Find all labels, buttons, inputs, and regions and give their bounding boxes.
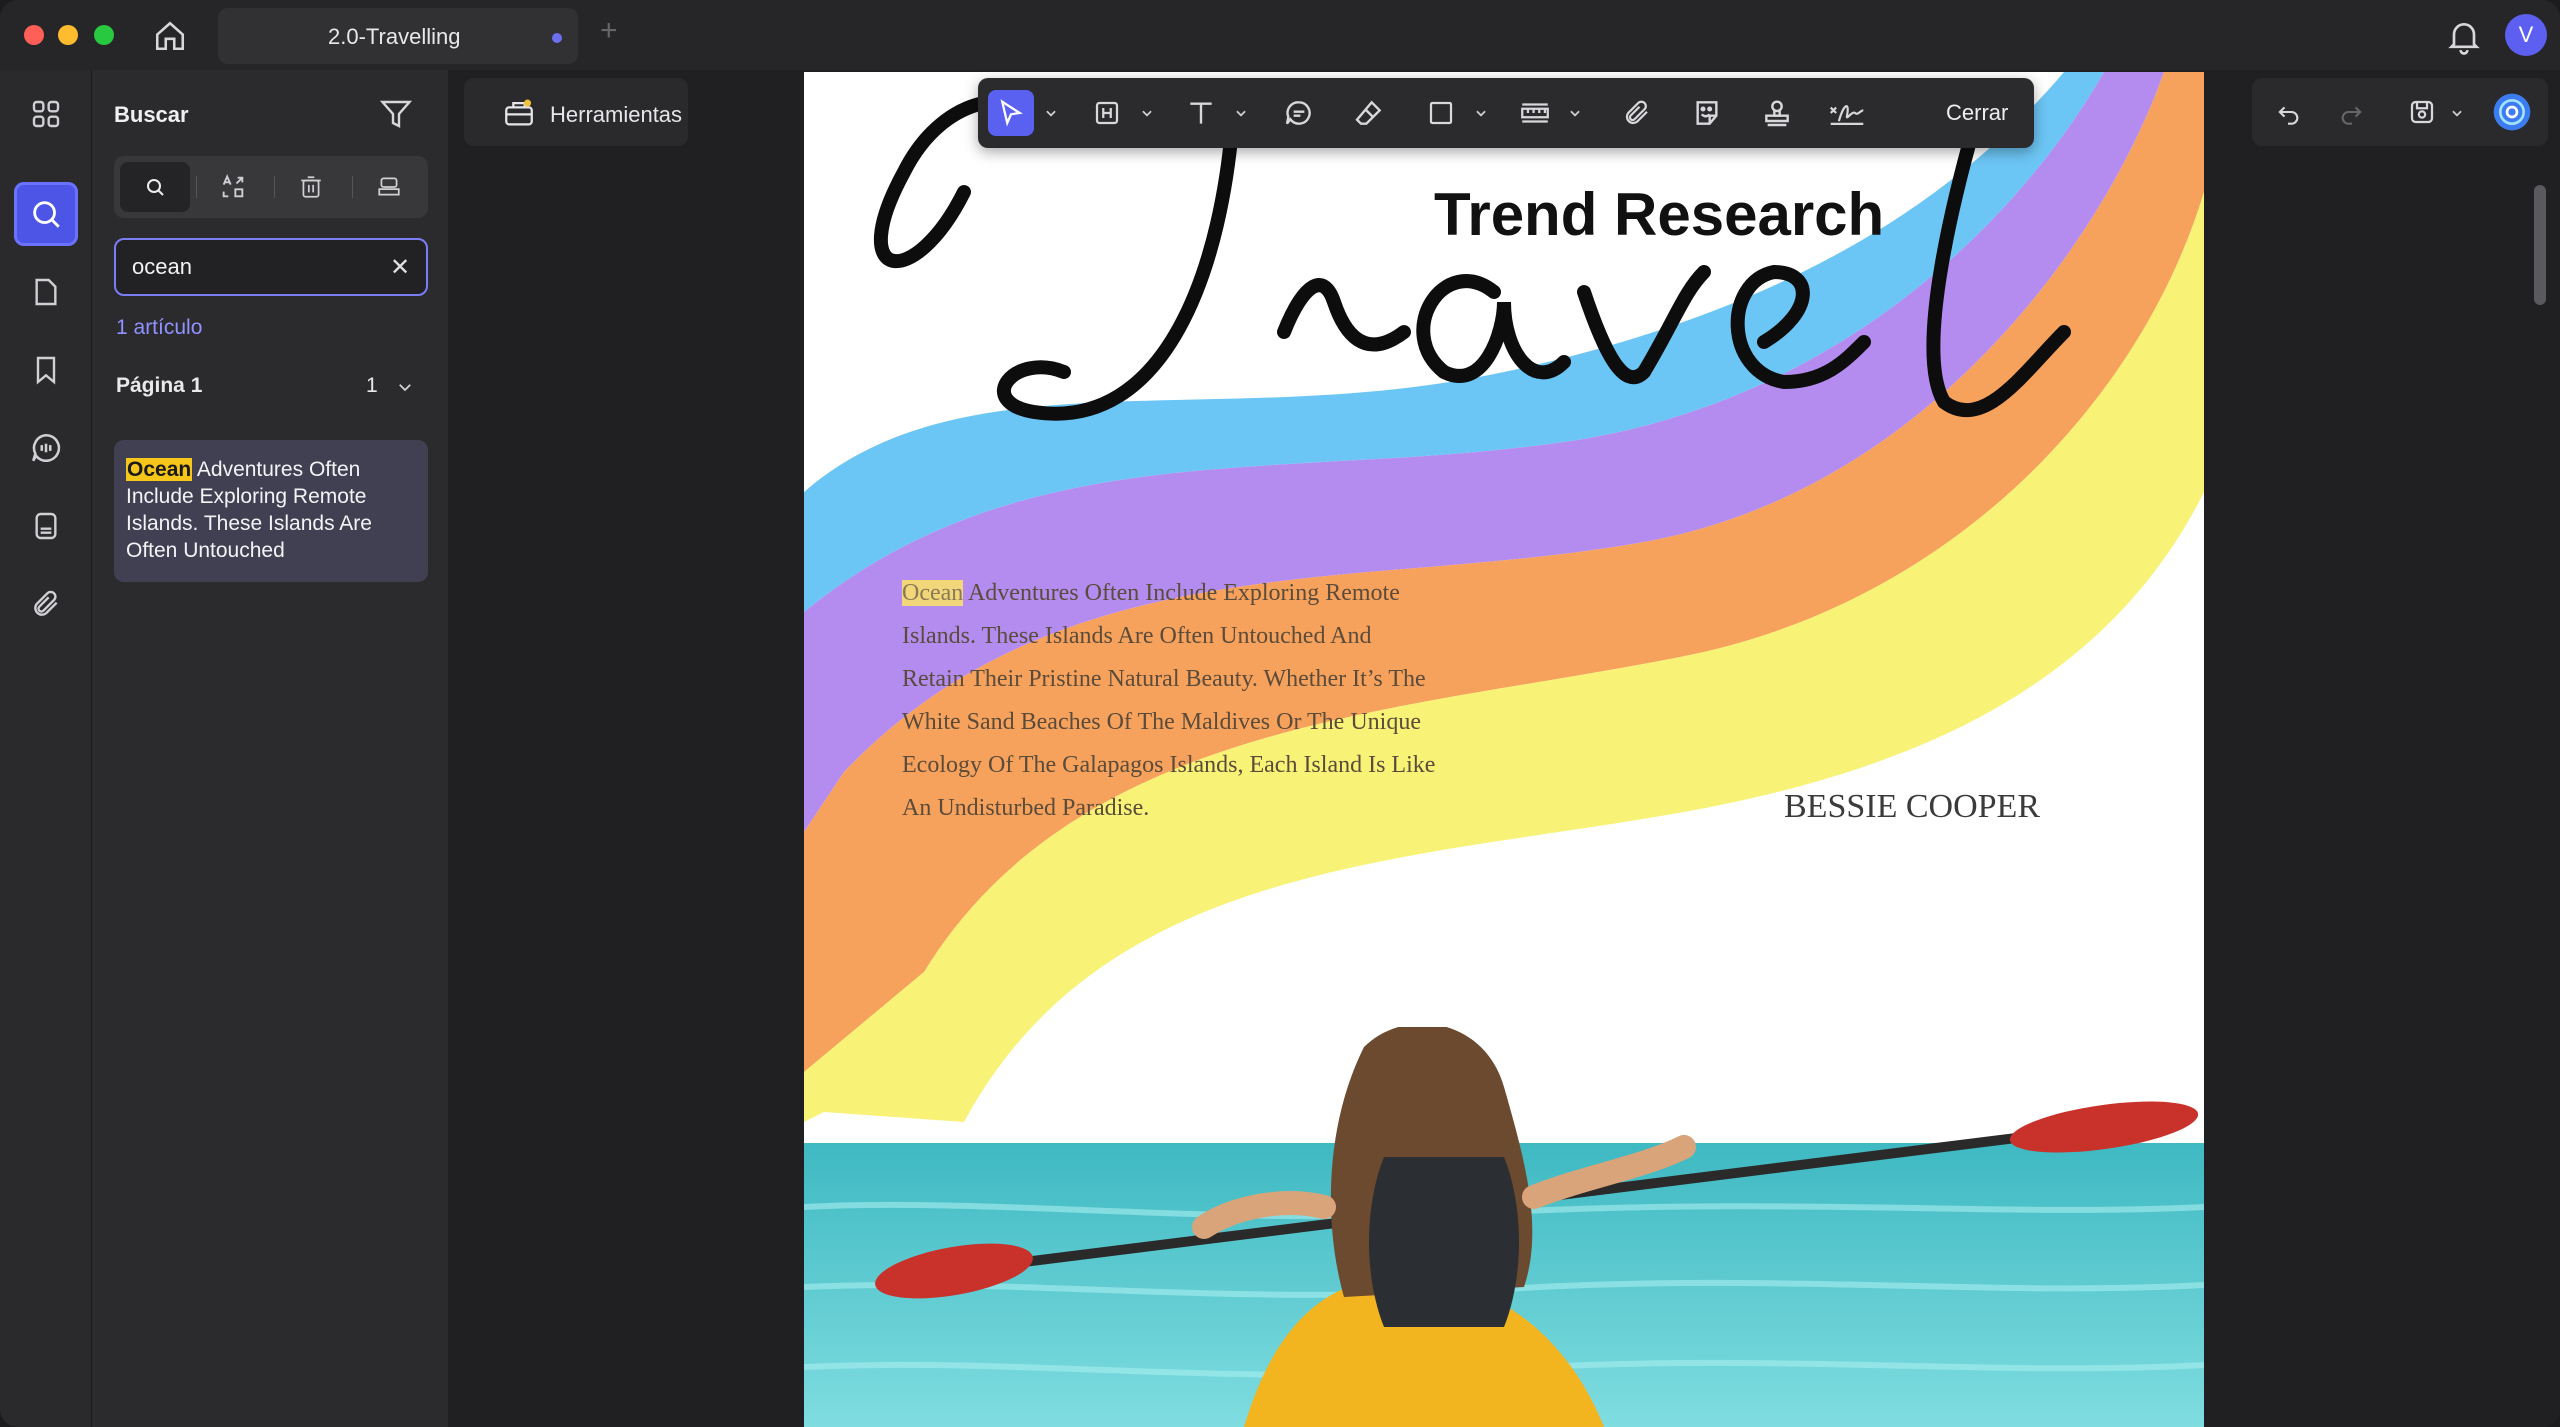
body-line: Islands. These Islands Are Often Untouch… [902, 623, 1372, 649]
bookmark-icon[interactable] [14, 338, 78, 402]
tools-button[interactable]: Herramientas [464, 78, 688, 146]
ai-assistant-icon[interactable] [2492, 92, 2532, 132]
search-input[interactable] [132, 252, 372, 282]
signature-tool-icon[interactable] [1824, 90, 1870, 136]
body-line: Ocean Adventures Often Include Exploring… [902, 580, 1400, 606]
search-result-item[interactable]: Ocean Adventures Often Include Exploring… [114, 440, 428, 582]
stamp-search-icon[interactable] [354, 162, 424, 212]
attachment-icon[interactable] [14, 572, 78, 636]
bell-icon[interactable] [2444, 16, 2484, 56]
save-icon[interactable] [2402, 92, 2442, 132]
home-icon[interactable] [150, 16, 190, 56]
toolbox-icon [502, 96, 536, 135]
measure-tool-icon[interactable] [1512, 90, 1558, 136]
panel-title: Buscar [114, 102, 189, 127]
vertical-scrollbar[interactable] [2534, 185, 2546, 305]
document-author: BESSIE COOPER [1784, 788, 2040, 825]
search-field[interactable]: ✕ [114, 238, 428, 296]
kayak-photo [804, 1027, 2204, 1427]
clear-search-icon[interactable]: ✕ [390, 253, 410, 282]
tab-title: 2.0-Travelling [328, 24, 461, 49]
select-tool-icon[interactable] [988, 90, 1034, 136]
minimize-window-button[interactable] [58, 25, 78, 45]
form-icon[interactable] [14, 494, 78, 558]
new-tab-button[interactable]: + [600, 14, 618, 48]
chevron-down-icon[interactable] [1234, 106, 1248, 125]
body-line: White Sand Beaches Of The Maldives Or Th… [902, 709, 1421, 735]
redact-icon[interactable] [276, 162, 346, 212]
annotation-toolbar: Cerrar [978, 78, 2034, 148]
redo-icon[interactable] [2332, 92, 2372, 132]
chevron-down-icon[interactable] [1044, 106, 1058, 125]
attach-tool-icon[interactable] [1614, 90, 1660, 136]
tools-label: Herramientas [550, 102, 683, 127]
text-tool-icon[interactable] [1178, 90, 1224, 136]
search-mode-selector [114, 156, 428, 218]
chevron-down-icon[interactable] [1140, 106, 1154, 125]
title-bar: 2.0-Travelling + V [0, 0, 2560, 70]
chevron-down-icon[interactable] [1474, 106, 1488, 125]
result-match: Ocean [126, 458, 193, 481]
chevron-down-icon[interactable] [1568, 106, 1582, 125]
result-count: 1 artículo [116, 316, 203, 339]
chevron-down-icon[interactable] [2450, 106, 2464, 125]
body-match-highlight: Ocean [902, 580, 964, 606]
filter-icon[interactable] [378, 96, 418, 136]
document-body: Ocean Adventures Often Include Exploring… [902, 572, 1502, 830]
highlight-tool-icon[interactable] [1084, 90, 1130, 136]
search-icon[interactable] [14, 182, 78, 246]
unsaved-indicator [552, 33, 562, 43]
stamp-tool-icon[interactable] [1754, 90, 1800, 136]
result-page-group[interactable]: Página 1 1 [116, 374, 428, 404]
shape-tool-icon[interactable] [1418, 90, 1464, 136]
right-toolbar [2252, 78, 2548, 146]
avatar[interactable]: V [2505, 14, 2547, 56]
close-window-button[interactable] [24, 25, 44, 45]
main-area: Herramientas Trend Research Ocean Advent… [448, 70, 2560, 1427]
page-hit-count: 1 [366, 374, 378, 397]
sticker-tool-icon[interactable] [1684, 90, 1730, 136]
body-line: An Undisturbed Paradise. [902, 795, 1150, 821]
thumbnails-icon[interactable] [14, 82, 78, 146]
app-window: 2.0-Travelling + V Buscar ocean ✕ 1 artí… [0, 0, 2560, 1427]
close-toolbar-button[interactable]: Cerrar [1946, 100, 2008, 126]
eraser-tool-icon[interactable] [1346, 90, 1392, 136]
comment-tool-icon[interactable] [1276, 90, 1322, 136]
replace-icon[interactable] [198, 162, 268, 212]
document-tab[interactable]: 2.0-Travelling [218, 8, 578, 64]
page-label: Página 1 [116, 374, 203, 397]
left-rail [0, 70, 92, 1427]
body-line: Retain Their Pristine Natural Beauty. Wh… [902, 666, 1426, 692]
document-title: Trend Research [1434, 181, 1885, 248]
search-panel: Buscar ✕ 1 artículo [92, 70, 448, 1427]
page-icon[interactable] [14, 260, 78, 324]
search-mode-icon[interactable] [120, 162, 190, 212]
body-line: Ecology Of The Galapagos Islands, Each I… [902, 752, 1436, 778]
document-page: Trend Research Ocean Adventures Often In… [804, 72, 2204, 1427]
zoom-window-button[interactable] [94, 25, 114, 45]
comment-icon[interactable] [14, 416, 78, 480]
undo-icon[interactable] [2268, 92, 2308, 132]
chevron-down-icon[interactable] [396, 378, 414, 401]
